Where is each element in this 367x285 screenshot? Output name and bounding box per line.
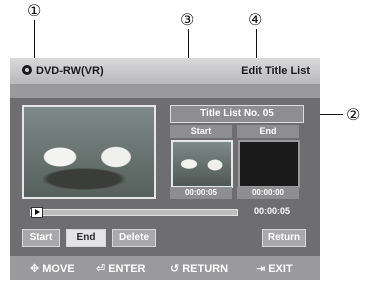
enter-hint-label: ENTER — [108, 263, 146, 275]
disc-type-label: DVD-RW(VR) — [36, 65, 104, 77]
end-thumbnail-label: End — [237, 125, 299, 138]
return-icon: ↺ — [170, 262, 180, 275]
title-bar: DVD-RW(VR) Edit Title List — [10, 58, 320, 84]
title-list-number: Title List No. 05 — [170, 105, 304, 123]
return-button[interactable]: Return — [262, 229, 306, 247]
video-preview — [22, 105, 156, 199]
edit-title-list-screen: DVD-RW(VR) Edit Title List Title List No… — [10, 58, 320, 280]
exit-icon: ⇥ — [256, 262, 266, 275]
move-hint: ✥ MOVE — [30, 262, 75, 275]
return-hint-label: RETURN — [182, 263, 229, 275]
dpad-icon: ✥ — [30, 262, 40, 275]
disc-icon — [22, 65, 32, 75]
return-hint: ↺ RETURN — [170, 262, 228, 275]
enter-icon: ⏎ — [96, 262, 106, 275]
current-time: 00:00:05 — [254, 206, 291, 216]
callout-4: ④ — [248, 10, 263, 29]
screen-title: Edit Title List — [241, 65, 310, 77]
play-position-icon[interactable] — [31, 207, 43, 218]
progress-bar[interactable] — [30, 207, 238, 218]
end-thumbnail — [238, 140, 300, 188]
footer-hints: ✥ MOVE ⏎ ENTER ↺ RETURN ⇥ EXIT — [10, 256, 320, 280]
start-button[interactable]: Start — [22, 229, 60, 247]
sub-bar — [10, 84, 320, 98]
start-thumbnail-label: Start — [170, 125, 232, 138]
exit-hint: ⇥ EXIT — [256, 262, 293, 275]
enter-hint: ⏎ ENTER — [96, 262, 146, 275]
exit-hint-label: EXIT — [268, 263, 293, 275]
callout-1: ① — [27, 1, 42, 20]
callout-3: ③ — [180, 10, 195, 29]
end-button[interactable]: End — [66, 229, 106, 247]
callout-2: ② — [346, 105, 361, 124]
move-hint-label: MOVE — [42, 263, 75, 275]
start-thumbnail — [171, 140, 233, 188]
end-time: 00:00:00 — [237, 187, 299, 199]
delete-button[interactable]: Delete — [112, 229, 156, 247]
start-time: 00:00:05 — [170, 187, 232, 199]
